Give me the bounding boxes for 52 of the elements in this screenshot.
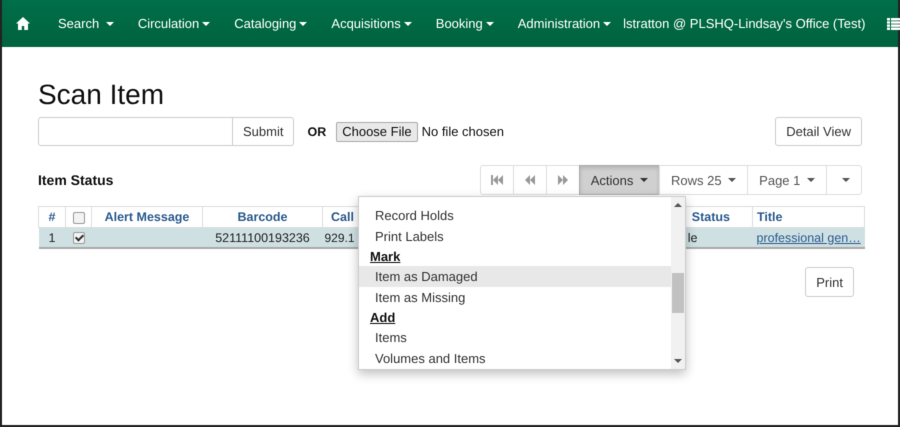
caret-icon [640,178,648,182]
dropdown-button[interactable]: Actions [578,165,660,195]
nav-menu[interactable]: Search [46,16,126,31]
column-header[interactable]: Title [757,210,782,224]
submit-button[interactable]: Submit [233,117,294,146]
print-button[interactable]: Print [805,267,854,297]
menu-section-header: Add [369,309,396,327]
detail-view-button[interactable]: Detail View [775,117,862,146]
file-status: No file chosen [422,124,504,139]
row-checkbox[interactable] [72,232,84,244]
table-cell: le [688,230,698,244]
caret-icon [807,178,815,182]
table-cell: 929.1 [324,230,355,244]
rewind-icon [524,175,535,185]
nav-menu[interactable]: Circulation [126,16,222,31]
caret-icon [728,178,736,182]
home-icon[interactable] [16,17,30,30]
caret-icon [842,178,850,182]
section-heading: Item Status [38,172,114,188]
prev-page-button[interactable] [512,165,547,195]
skip-to-start-icon [490,175,503,185]
nav-menu[interactable]: Cataloging [222,16,320,31]
caret-icon [106,22,114,26]
nav-menu[interactable]: Acquisitions [319,16,424,31]
fast-forward-icon [558,175,568,185]
menu-item[interactable]: Volumes and Items [359,348,671,369]
choose-file-button[interactable]: Choose File [336,122,418,142]
dropdown-button[interactable]: Page 1 [747,165,827,195]
or-label: OR [307,124,326,138]
caret-icon [299,22,308,26]
table-cell: 52111100193236 [215,230,310,244]
column-header[interactable]: Call [331,210,354,224]
menu-section-header: Mark [369,248,402,266]
select-all-checkbox[interactable] [72,212,84,224]
nav-menu[interactable]: Administration [506,16,624,31]
page-title: Scan Item [38,78,166,111]
table-cell: 1 [48,230,56,244]
caret-icon [486,22,494,26]
caret-icon [404,22,412,26]
first-page-button[interactable] [480,165,514,195]
scrollbar[interactable] [671,197,685,369]
user-menu[interactable]: lstratton @ PLSHQ-Lindsay's Office (Test) [623,16,866,31]
list-icon[interactable] [887,18,900,30]
nav-menu[interactable]: Booking [424,16,506,31]
scan-field[interactable] [38,117,233,146]
dropdown-button[interactable]: Rows 25 [658,165,748,195]
column-header[interactable]: Status [692,210,730,224]
column-header[interactable]: # [48,210,56,224]
menu-item[interactable]: Item as Damaged [359,266,671,287]
caret-icon [202,22,210,26]
caret-icon [603,22,612,26]
next-page-button[interactable] [546,165,580,195]
